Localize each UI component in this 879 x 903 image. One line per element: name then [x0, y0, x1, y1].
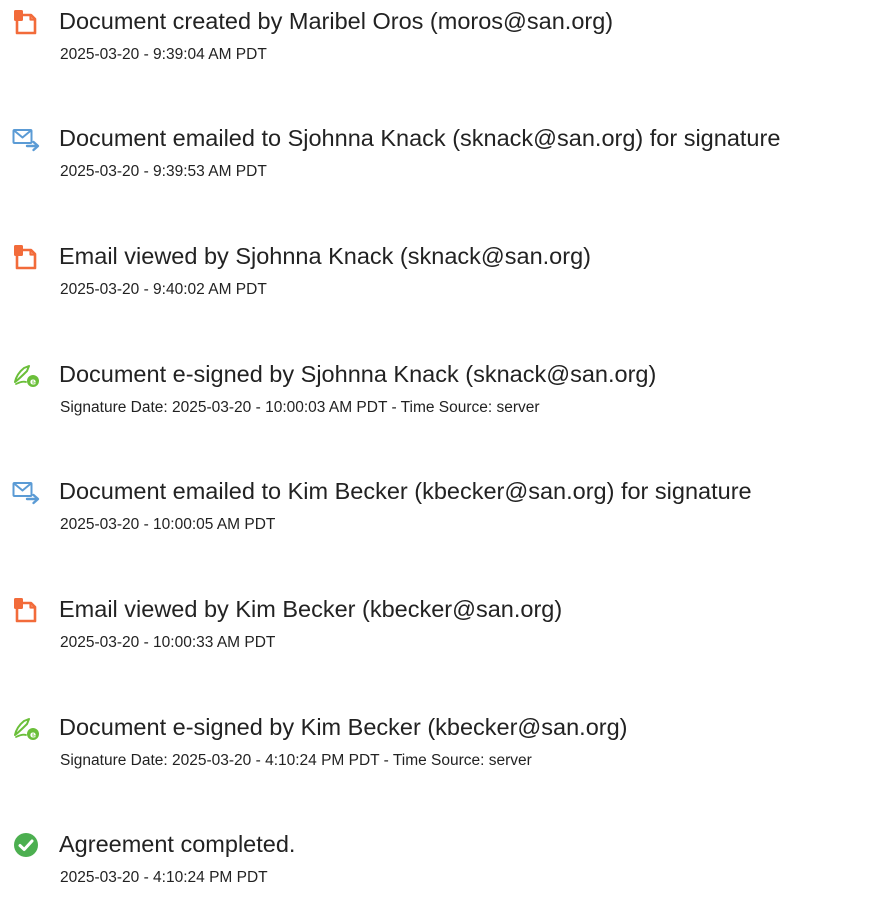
event-timestamp: Signature Date: 2025-03-20 - 10:00:03 AM… — [60, 399, 540, 416]
event-document-e-signed: e Document e-signed by Sjohnna Knack (sk… — [0, 353, 879, 433]
event-document-e-signed: e Document e-signed by Kim Becker (kbeck… — [0, 706, 879, 786]
event-timestamp: 2025-03-20 - 9:39:53 AM PDT — [60, 163, 267, 180]
event-title: Document created by Maribel Oros (moros@… — [59, 8, 614, 34]
event-timestamp: 2025-03-20 - 9:39:04 AM PDT — [60, 46, 267, 63]
event-title: Agreement completed. — [59, 831, 296, 857]
event-timestamp: 2025-03-20 - 10:00:33 AM PDT — [60, 634, 276, 651]
svg-text:e: e — [30, 731, 36, 741]
event-title: Document emailed to Kim Becker (kbecker@… — [59, 478, 752, 504]
email-viewed-icon — [12, 243, 40, 271]
event-title: Email viewed by Kim Becker (kbecker@san.… — [59, 596, 563, 622]
event-timestamp: 2025-03-20 - 10:00:05 AM PDT — [60, 516, 276, 533]
event-document-emailed: Document emailed to Sjohnna Knack (sknac… — [0, 117, 879, 197]
e-signature-icon: e — [12, 361, 40, 389]
email-viewed-icon — [12, 596, 40, 624]
event-email-viewed: Email viewed by Sjohnna Knack (sknack@sa… — [0, 235, 879, 315]
completed-check-icon — [12, 831, 40, 859]
event-email-viewed: Email viewed by Kim Becker (kbecker@san.… — [0, 588, 879, 668]
event-title: Document e-signed by Sjohnna Knack (skna… — [59, 361, 657, 387]
event-title: Document emailed to Sjohnna Knack (sknac… — [59, 125, 781, 151]
event-timestamp: 2025-03-20 - 4:10:24 PM PDT — [60, 869, 268, 886]
svg-text:e: e — [30, 378, 36, 388]
event-title: Document e-signed by Kim Becker (kbecker… — [59, 714, 628, 740]
event-document-created: Document created by Maribel Oros (moros@… — [0, 0, 879, 80]
audit-log: Document created by Maribel Oros (moros@… — [0, 0, 879, 886]
email-sent-icon — [12, 125, 40, 153]
event-title: Email viewed by Sjohnna Knack (sknack@sa… — [59, 243, 591, 269]
event-timestamp: 2025-03-20 - 9:40:02 AM PDT — [60, 281, 267, 298]
event-timestamp: Signature Date: 2025-03-20 - 4:10:24 PM … — [60, 752, 532, 769]
event-document-emailed: Document emailed to Kim Becker (kbecker@… — [0, 470, 879, 550]
document-created-icon — [12, 8, 40, 36]
event-agreement-completed: Agreement completed. 2025-03-20 - 4:10:2… — [0, 823, 879, 903]
e-signature-icon: e — [12, 714, 40, 742]
email-sent-icon — [12, 478, 40, 506]
